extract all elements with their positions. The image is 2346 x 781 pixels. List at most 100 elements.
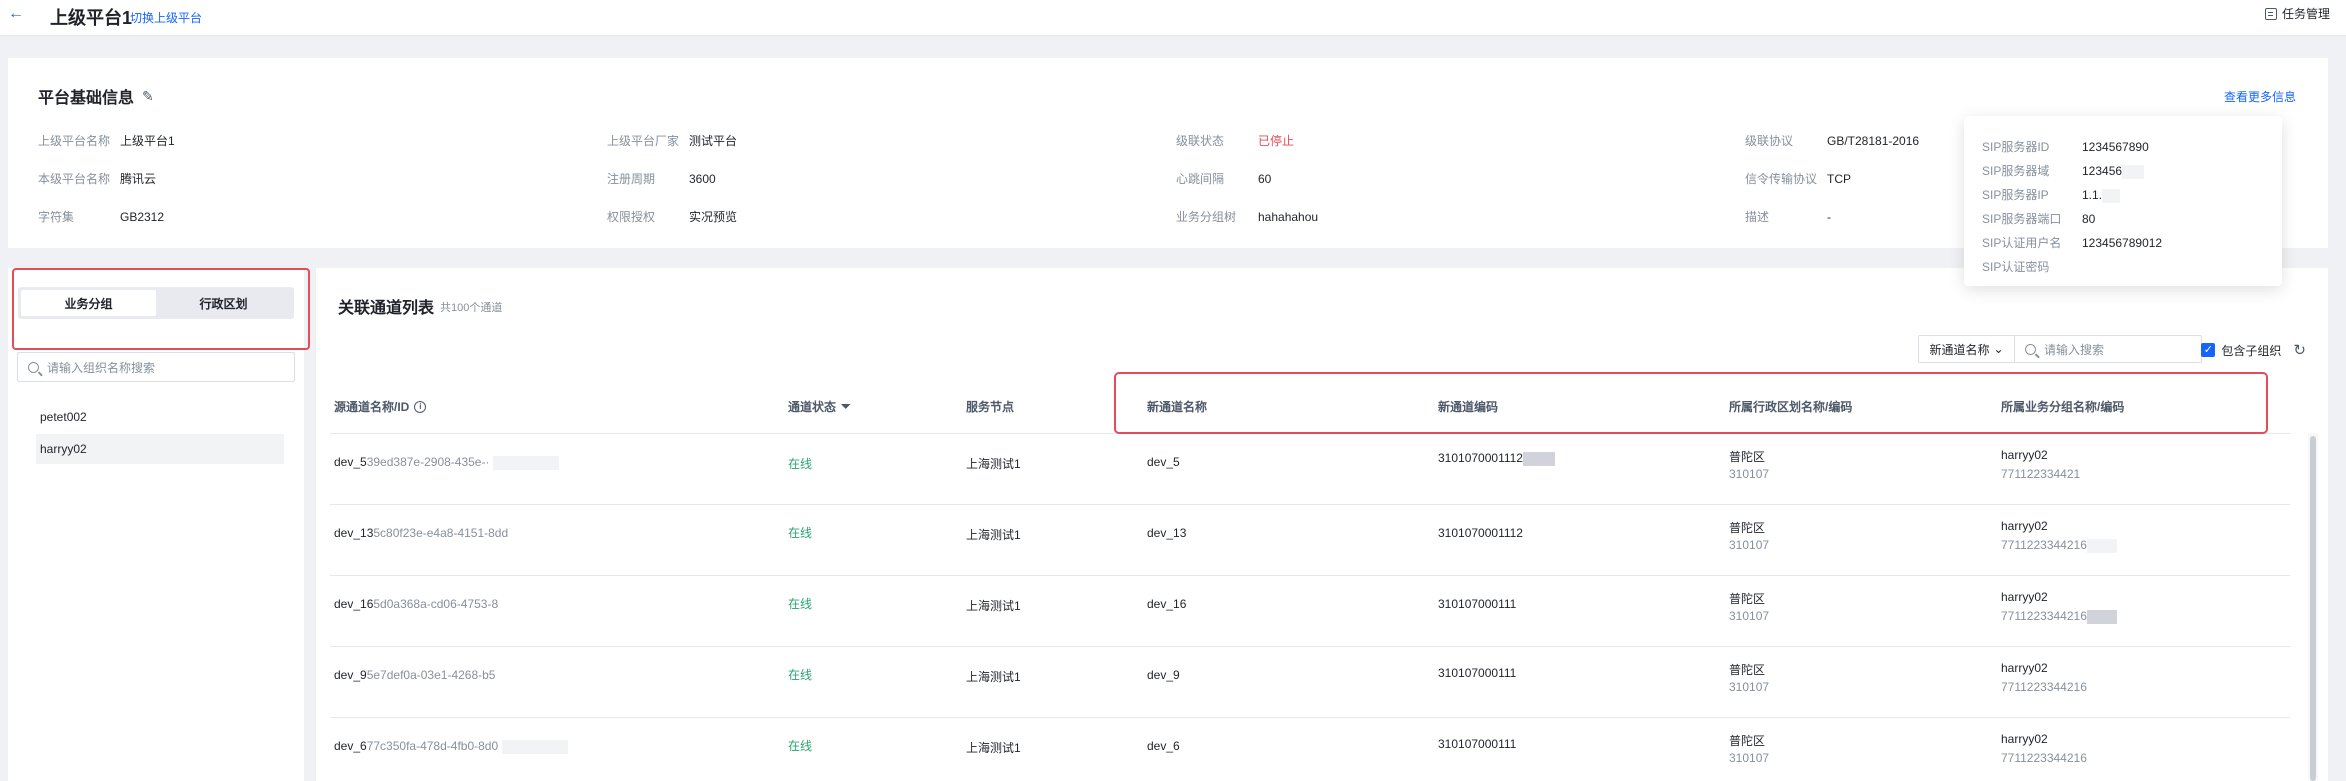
group-name-cell: harryy02 [2001, 448, 2048, 462]
service-node-cell: 上海测试1 [966, 670, 1021, 684]
switch-platform-link[interactable]: 切换上级平台 [130, 9, 202, 26]
sip-info-popover: SIP服务器ID 1234567890 SIP服务器域 123456 SIP服务器I… [1964, 116, 2282, 286]
info-field: 级联协议 GB/T28181-2016 [1745, 134, 1920, 148]
group-name-cell: harryy02 [2001, 661, 2048, 675]
back-arrow-icon[interactable]: ← [8, 5, 24, 23]
channel-list-title: 关联通道列表 [338, 300, 435, 317]
info-field: 注册周期 3600 [607, 172, 716, 186]
group-search-placeholder: 请输入组织名称搜索 [47, 360, 156, 375]
region-code-cell: 310107 [1729, 609, 1770, 623]
new-channel-code-cell: 310107000111 [1438, 737, 1517, 751]
sip-row: SIP服务器IP 1.1. [1982, 186, 2121, 203]
platform-info-title-text: 平台基础信息 [38, 90, 135, 107]
channel-filter-bar: 新通道名称 ⌄ 请输入搜索 [1918, 335, 2202, 363]
region-code-cell: 310107 [1729, 751, 1770, 765]
table-scrollbar-thumb[interactable] [2310, 436, 2316, 781]
group-code-cell: 771122334421 [2001, 467, 2081, 481]
info-icon[interactable]: i [414, 400, 427, 413]
group-name-cell: harryy02 [2001, 732, 2048, 746]
platform-info-title: 平台基础信息 ✎ [38, 84, 154, 108]
group-name-cell: harryy02 [2001, 590, 2048, 604]
service-node-cell: 上海测试1 [966, 457, 1021, 471]
info-field: 级联状态 已停止 [1176, 134, 1295, 148]
source-channel-cell: dev_135c80f23e-e4a8-4151-8dd [334, 526, 509, 540]
group-search-input[interactable]: 请输入组织名称搜索 [17, 352, 295, 382]
source-channel-cell: dev_95e7def0a-03e1-4268-b5 [334, 668, 496, 682]
new-channel-code-cell: 3101070001112 [1438, 451, 1555, 466]
tab-highlight-outline [12, 268, 310, 350]
redaction-blur [493, 455, 560, 470]
new-channel-code-cell: 310107000111 [1438, 597, 1517, 611]
info-field: 信令传输协议 TCP [1745, 172, 1851, 186]
new-channel-name-cell: dev_5 [1147, 455, 1180, 469]
new-channel-name-cell: dev_9 [1147, 668, 1180, 682]
group-item[interactable]: harryy02 [36, 434, 284, 464]
table-row[interactable]: dev_165d0a368a-cd06-4753-8 在线 上海测试1 dev_… [330, 576, 2290, 647]
new-channel-name-cell: dev_6 [1147, 739, 1180, 753]
table-row[interactable]: dev_539ed387e-2908-435e-· 在线 上海测试1 dev_5… [330, 434, 2290, 505]
info-field: 描述 - [1745, 210, 1831, 224]
region-name-cell: 普陀区 [1729, 734, 1766, 748]
info-field: 上级平台厂家 测试平台 [607, 134, 738, 148]
page-title: 上级平台1 [50, 8, 133, 28]
channel-search-placeholder: 请输入搜索 [2044, 342, 2105, 357]
channel-status-cell: 在线 [788, 457, 813, 471]
group-tree-panel: 业务分组 行政区划 请输入组织名称搜索 petet002 harryy02 [8, 268, 310, 781]
sip-row: SIP服务器ID 1234567890 [1982, 140, 2149, 154]
info-field: 字符集 GB2312 [38, 210, 165, 224]
redaction-blur [2102, 188, 2121, 203]
new-channel-name-cell: dev_13 [1147, 526, 1187, 540]
service-node-cell: 上海测试1 [966, 741, 1021, 755]
edit-pencil-icon[interactable]: ✎ [142, 88, 154, 105]
info-field: 上级平台名称 上级平台1 [38, 134, 175, 148]
info-field: 业务分组树 hahahahou [1176, 210, 1319, 224]
col-channel-status: 通道状态 ⏷ [788, 399, 851, 414]
channel-search-input[interactable]: 请输入搜索 [2015, 336, 2201, 362]
view-more-info-link[interactable]: 查看更多信息 [2224, 88, 2296, 105]
region-code-cell: 310107 [1729, 467, 1770, 481]
group-item[interactable]: petet002 [36, 402, 284, 432]
group-code-cell: 7711223344216 [2001, 538, 2117, 553]
redaction-blur [502, 739, 569, 754]
new-channel-name-cell: dev_16 [1147, 597, 1187, 611]
new-channel-code-cell: 310107000111 [1438, 666, 1517, 680]
col-service-node: 服务节点 [966, 400, 1015, 414]
filter-field-select[interactable]: 新通道名称 ⌄ [1919, 336, 2015, 362]
channel-status-cell: 在线 [788, 668, 813, 682]
service-node-cell: 上海测试1 [966, 599, 1021, 613]
search-icon [2025, 343, 2036, 355]
redaction-blur [1522, 451, 1555, 466]
group-name-cell: harryy02 [2001, 519, 2048, 533]
source-channel-cell: dev_539ed387e-2908-435e-· [334, 455, 560, 470]
table-row[interactable]: dev_135c80f23e-e4a8-4151-8dd 在线 上海测试1 de… [330, 505, 2290, 576]
filter-field-label: 新通道名称 [1929, 342, 1990, 357]
source-channel-cell: dev_165d0a368a-cd06-4753-8 [334, 597, 499, 611]
table-row[interactable]: dev_95e7def0a-03e1-4268-b5 在线 上海测试1 dev_… [330, 647, 2290, 718]
filter-funnel-icon[interactable]: ⏷ [841, 399, 851, 414]
include-sub-org-checkbox[interactable]: ✓ [2201, 343, 2216, 357]
sip-row: SIP认证密码 [1982, 260, 2050, 274]
channel-status-cell: 在线 [788, 597, 813, 611]
group-code-cell: 7711223344216 [2001, 680, 2087, 694]
channel-list-panel: 关联通道列表 共100个通道 新通道名称 ⌄ 请输入搜索 ✓ 包含子组织 ↻ 源… [316, 268, 2328, 781]
top-bar: ← 上级平台1 切换上级平台 任务管理 [0, 0, 2346, 36]
search-icon [28, 361, 39, 373]
region-name-cell: 普陀区 [1729, 450, 1766, 464]
redaction-blur [2086, 538, 2117, 553]
new-channel-code-cell: 3101070001112 [1438, 526, 1523, 540]
table-row[interactable]: dev_677c350fa-478d-4fb0-8d0 在线 上海测试1 dev… [330, 718, 2290, 781]
columns-highlight-outline [1114, 372, 2268, 434]
region-name-cell: 普陀区 [1729, 521, 1766, 535]
region-code-cell: 310107 [1729, 538, 1770, 552]
include-sub-org-toggle[interactable]: ✓ 包含子组织 ↻ [2201, 341, 2306, 359]
region-name-cell: 普陀区 [1729, 592, 1766, 606]
redaction-blur [2122, 164, 2145, 179]
task-management-button[interactable]: 任务管理 [2264, 5, 2330, 22]
sip-row: SIP服务器域 123456 [1982, 162, 2145, 179]
info-field: 本级平台名称 腾讯云 [38, 172, 157, 186]
chevron-down-icon: ⌄ [1993, 342, 2004, 356]
region-code-cell: 310107 [1729, 680, 1770, 694]
service-node-cell: 上海测试1 [966, 528, 1021, 542]
col-source-channel: 源通道名称/ID i [334, 398, 427, 415]
refresh-icon[interactable]: ↻ [2293, 341, 2306, 359]
